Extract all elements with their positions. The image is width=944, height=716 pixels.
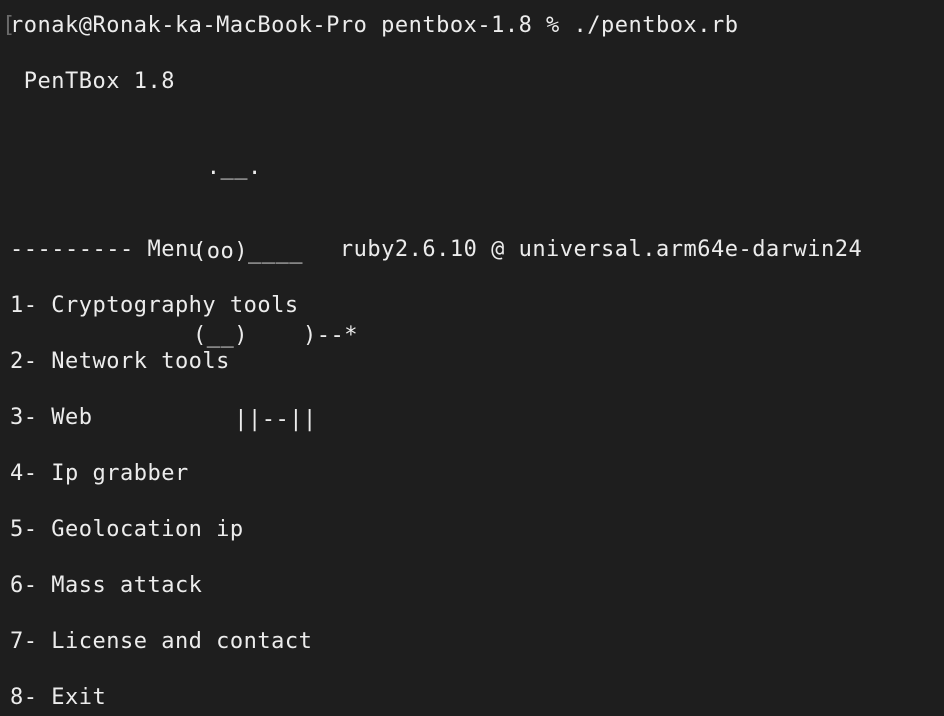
menu-item-exit: 8- Exit: [10, 685, 107, 710]
menu-item-web: 3- Web: [10, 405, 93, 430]
ascii-art-line: (__) )--*: [193, 323, 358, 348]
prompt-line: ronak@Ronak-ka-MacBook-Pro pentbox-1.8 %…: [10, 13, 739, 38]
menu-item-mass-attack: 6- Mass attack: [10, 573, 203, 598]
ascii-art-line: .__.: [193, 155, 262, 180]
menu-item-license: 7- License and contact: [10, 629, 313, 654]
menu-item-network: 2- Network tools: [10, 349, 230, 374]
terminal-window[interactable]: [ ronak@Ronak-ka-MacBook-Pro pentbox-1.8…: [0, 0, 944, 716]
ascii-art-line: ||--||: [193, 407, 317, 432]
menu-header: --------- Menu ruby2.6.10 @ universal.ar…: [10, 237, 863, 262]
menu-item-cryptography: 1- Cryptography tools: [10, 293, 299, 318]
banner-title: PenTBox 1.8: [10, 69, 175, 94]
menu-item-geolocation: 5- Geolocation ip: [10, 517, 244, 542]
menu-item-ip-grabber: 4- Ip grabber: [10, 461, 189, 486]
